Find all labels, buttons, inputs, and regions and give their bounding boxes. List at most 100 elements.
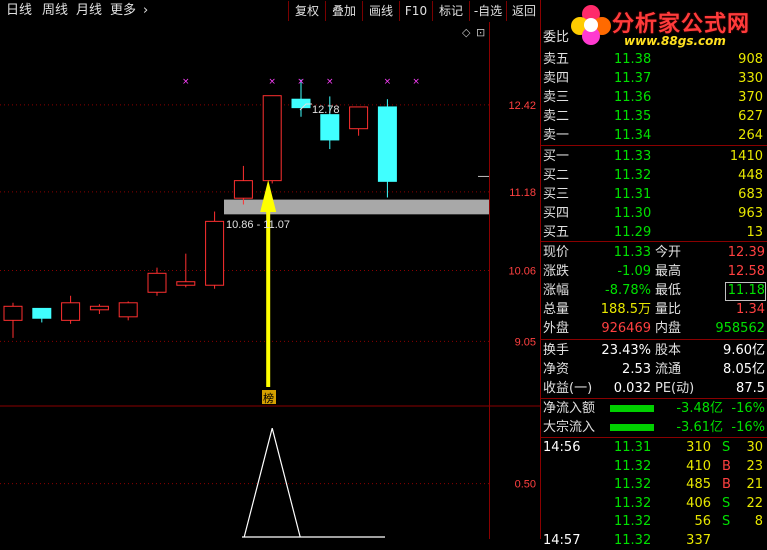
ask-row[interactable]: 卖二 11.35 627 — [540, 108, 767, 126]
candle-body — [291, 98, 311, 109]
ask-row[interactable]: 卖一 11.34 264 — [540, 127, 767, 145]
arrow-shaft — [266, 207, 271, 387]
bid-volume: 1410 — [729, 149, 763, 164]
stat-value: 188.5万 — [600, 302, 651, 317]
tick-row[interactable]: 11.32 410 B 23 — [540, 458, 767, 476]
tab-monthly[interactable]: 月线 — [76, 3, 102, 19]
tick-volume: 337 — [686, 532, 711, 548]
tick-row[interactable]: 14:56 11.31 310 S 30 — [540, 439, 767, 457]
ask-price: 11.38 — [614, 52, 652, 67]
ask-label: 卖五 — [543, 52, 570, 67]
stat-row-r6[interactable]: 换手 23.43% 股本 9.60亿 — [540, 342, 767, 360]
f10-button[interactable]: F10 — [399, 1, 432, 21]
candle-body — [320, 114, 340, 141]
stat-label: 现价 — [543, 245, 570, 260]
remove-watchlist-button[interactable]: -自选 — [469, 1, 506, 21]
stat-row-r8[interactable]: 收益(一) 0.032 PE(动) 87.5 — [540, 380, 767, 398]
signal-marker: 榜 — [263, 391, 274, 405]
cross-mark: × — [268, 77, 276, 87]
restore-rights-button[interactable]: 复权 — [288, 1, 325, 21]
bid-row[interactable]: 买二 11.32 448 — [540, 167, 767, 185]
draw-line-button[interactable]: 画线 — [362, 1, 399, 21]
indicator-panel: 0.50 — [0, 428, 536, 538]
tick-time: 14:57 — [543, 532, 581, 548]
price-tick-label: 10.06 — [508, 265, 536, 277]
tab-weekly[interactable]: 周线 — [42, 3, 68, 19]
stat-value: -1.09 — [617, 264, 651, 279]
diamond-icon[interactable]: ◇ — [462, 26, 471, 39]
stat-label: PE(动) — [655, 381, 695, 396]
cross-markers: × × × × × × — [182, 77, 420, 87]
bid-label: 买三 — [543, 187, 570, 202]
candle-body — [176, 281, 196, 286]
bid-label: 买五 — [543, 225, 570, 240]
stat-row-r7[interactable]: 净资 2.53 流通 8.05亿 — [540, 361, 767, 379]
high-price-label: 12.78 — [312, 104, 340, 116]
tick-price: 11.31 — [614, 440, 652, 455]
bid-row[interactable]: 买三 11.31 683 — [540, 186, 767, 204]
tick-volume: 56 — [694, 514, 711, 529]
tick-volume: 485 — [686, 477, 711, 492]
tick-row[interactable]: 11.32 406 S 22 — [540, 495, 767, 513]
tick-time: 14:56 — [543, 440, 581, 455]
bid-row[interactable]: 买五 11.29 13 — [540, 224, 767, 242]
ask-row[interactable]: 卖五 11.38 908 — [540, 51, 767, 69]
tick-side: B — [722, 458, 731, 474]
stat-row-r2[interactable]: 涨跌 -1.09 最高 12.58 — [540, 263, 767, 281]
tick-row[interactable]: 14:57 11.32 337 — [540, 532, 767, 550]
ask-row[interactable]: 卖四 11.37 330 — [540, 70, 767, 88]
window-toggle-icon[interactable]: ⊡ — [476, 26, 485, 39]
cross-mark: × — [182, 77, 190, 87]
ask-label: 卖四 — [543, 71, 570, 86]
overlay-button[interactable]: 叠加 — [325, 1, 362, 21]
candle-body — [61, 302, 81, 321]
stat-row-r1[interactable]: 现价 11.33 今开 12.39 — [540, 244, 767, 262]
ask-row[interactable]: 卖三 11.36 370 — [540, 89, 767, 107]
stat-label: 股本 — [655, 343, 682, 358]
tick-row[interactable]: 11.32 485 B 21 — [540, 476, 767, 494]
support-range-label: 10.86 - 11.07 — [226, 219, 290, 231]
price-axis: 12.42 11.18 10.06 9.05 — [508, 100, 536, 349]
ask-label: 卖三 — [543, 90, 570, 105]
stat-value: 1.34 — [736, 302, 765, 317]
flow-bar — [610, 424, 654, 431]
ask-price: 11.36 — [614, 90, 652, 105]
tick-volume: 406 — [686, 495, 711, 511]
tick-count: 8 — [754, 514, 763, 529]
ask-volume: 627 — [738, 109, 763, 124]
tick-volume: 410 — [686, 458, 711, 474]
indicator-line — [243, 428, 301, 538]
stat-row-r5[interactable]: 外盘 926469 内盘 958562 — [540, 320, 767, 338]
flow-value: -3.61亿 — [676, 420, 723, 435]
flow-label: 净流入额 — [543, 401, 596, 416]
tab-daily[interactable]: 日线 — [6, 3, 32, 19]
stat-value: 926469 — [601, 321, 651, 336]
bid-volume: 963 — [738, 206, 763, 221]
ask-price: 11.34 — [614, 128, 652, 143]
stat-value: 0.032 — [613, 381, 651, 396]
stat-label: 外盘 — [543, 321, 570, 336]
chevron-right-icon[interactable]: › — [143, 3, 148, 19]
tick-row[interactable]: 11.32 56 S 8 — [540, 513, 767, 531]
kline-chart[interactable]: × × × × × × 12.42 11.18 10.06 9.05 0.50 10.86 - … — [0, 22, 540, 539]
bid-label: 买一 — [543, 149, 570, 164]
tab-more[interactable]: 更多 — [110, 3, 136, 19]
candle-body — [32, 307, 52, 319]
bid-row[interactable]: 买四 11.30 963 — [540, 205, 767, 223]
back-button[interactable]: 返回 — [506, 1, 541, 21]
cross-mark: × — [412, 77, 420, 87]
stat-label: 涨跌 — [543, 264, 570, 279]
stat-value: 11.33 — [613, 245, 651, 260]
bid-volume: 448 — [738, 168, 763, 183]
stat-label: 总量 — [543, 302, 570, 317]
tick-volume: 310 — [686, 440, 711, 455]
bid-volume: 683 — [738, 187, 763, 202]
bid-label: 买二 — [543, 168, 570, 183]
flow-bar — [610, 405, 654, 412]
stat-row-r4[interactable]: 总量 188.5万 量比 1.34 — [540, 301, 767, 319]
tick-count: 21 — [746, 477, 763, 492]
cross-mark: × — [297, 77, 305, 87]
ask-label: 卖二 — [543, 109, 570, 124]
bid-row[interactable]: 买一 11.33 1410 — [540, 148, 767, 166]
mark-button[interactable]: 标记 — [432, 1, 469, 21]
